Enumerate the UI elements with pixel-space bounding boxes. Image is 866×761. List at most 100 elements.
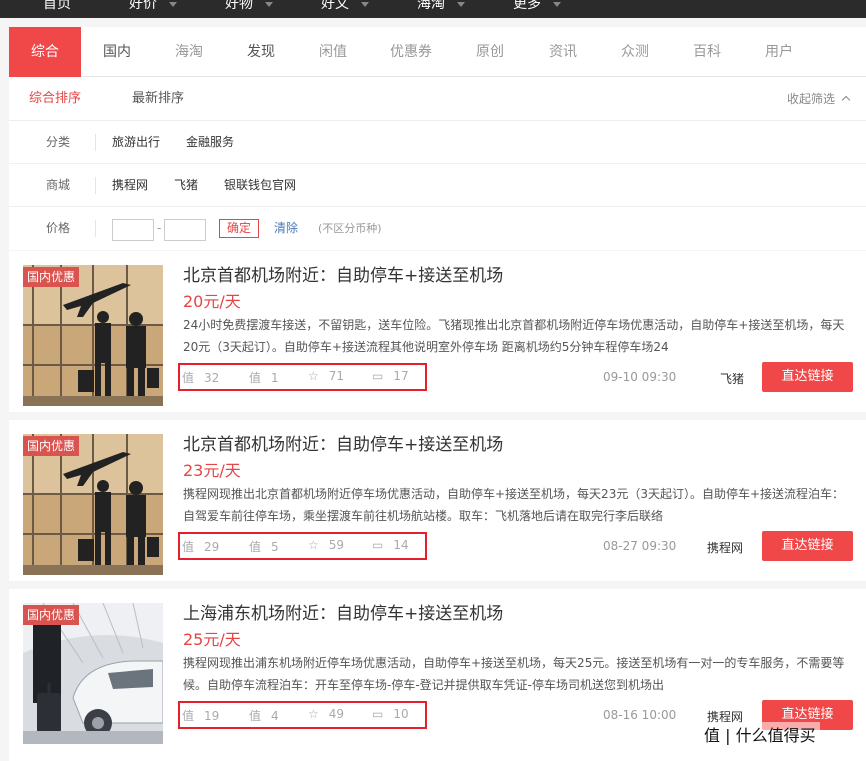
tab-overseas[interactable]: 海淘 — [153, 27, 225, 77]
currency-note: (不区分币种) — [318, 222, 382, 235]
divider — [95, 177, 96, 194]
chevron-down-icon — [361, 2, 369, 7]
sort-composite[interactable]: 综合排序 — [29, 77, 81, 121]
collapse-filter-label: 收起筛选 — [786, 92, 835, 106]
deal-thumbnail[interactable]: 国内优惠 — [23, 603, 163, 744]
comment-icon: ▭ — [372, 369, 384, 383]
comment-stat[interactable]: ▭ 14 — [372, 538, 409, 552]
filter-option[interactable]: 银联钱包官网 — [224, 164, 296, 207]
post-time: 08-27 09:30 — [603, 539, 677, 553]
sort-latest[interactable]: 最新排序 — [132, 77, 184, 121]
tab-domestic[interactable]: 国内 — [81, 27, 153, 77]
favorite-stat[interactable]: ☆ 59 — [308, 538, 344, 552]
worth-stat[interactable]: 值 19 — [182, 707, 219, 724]
filter-option[interactable]: 金融服务 — [186, 121, 234, 164]
top-nav-articles[interactable]: 好文 — [321, 0, 369, 16]
worth-stat[interactable]: 值 29 — [182, 538, 219, 555]
sort-bar: 综合排序 最新排序 收起筛选 — [9, 77, 866, 121]
top-nav-label: 好文 — [321, 0, 349, 12]
filter-option[interactable]: 携程网 — [112, 164, 148, 207]
worth-stat[interactable]: 值 32 — [182, 369, 219, 386]
deal-title[interactable]: 上海浦东机场附近：自助停车+接送至机场 — [183, 599, 503, 624]
deal-card: 国内优惠 北京首都机场附近：自助停车+接送至机场 23元/天 携程网现推出北京首… — [9, 420, 866, 581]
unworth-stat[interactable]: 值4 — [249, 707, 279, 724]
favorite-count: 71 — [328, 369, 345, 383]
category-badge: 国内优惠 — [23, 605, 80, 625]
star-icon: ☆ — [308, 538, 319, 552]
top-nav-label: 更多 — [513, 0, 541, 12]
tab-reviews[interactable]: 众测 — [599, 27, 671, 77]
collapse-filter-toggle[interactable]: 收起筛选 — [786, 77, 851, 121]
tab-users[interactable]: 用户 — [743, 27, 815, 77]
filter-label: 价格 — [46, 221, 71, 235]
deal-thumbnail[interactable]: 国内优惠 — [23, 434, 163, 575]
top-nav-overseas[interactable]: 海淘 — [417, 0, 465, 16]
tab-coupons[interactable]: 优惠券 — [375, 27, 447, 77]
category-tabs: 综合 国内 海淘 发现 闲值 优惠券 原创 资讯 众测 百科 用户 — [9, 27, 866, 77]
deal-title[interactable]: 北京首都机场附近：自助停车+接送至机场 — [183, 261, 503, 286]
favorite-count: 49 — [328, 707, 345, 721]
tab-news[interactable]: 资讯 — [527, 27, 599, 77]
filter-option[interactable]: 飞猪 — [174, 164, 198, 207]
favorite-stat[interactable]: ☆ 71 — [308, 369, 344, 383]
favorite-stat[interactable]: ☆ 49 — [308, 707, 344, 721]
unworth-count: 1 — [271, 370, 279, 385]
top-nav-deals[interactable]: 好价 — [129, 0, 177, 16]
unworth-stat[interactable]: 值5 — [249, 538, 279, 555]
top-nav-home[interactable]: 首页 — [43, 0, 71, 16]
price-min-input[interactable] — [112, 219, 154, 241]
tab-wiki[interactable]: 百科 — [671, 27, 743, 77]
top-nav-label: 首页 — [43, 0, 71, 12]
deal-description: 携程网现推出北京首都机场附近停车场优惠活动，自助停车+接送至机场，每天23元（3… — [183, 487, 845, 523]
category-badge: 国内优惠 — [23, 436, 80, 456]
price-confirm-button[interactable]: 确定 — [219, 219, 259, 238]
favorite-count: 59 — [328, 538, 345, 552]
deal-stats-box: 值 29 值5 ☆ 59 ▭ 14 — [178, 532, 427, 560]
tab-discover[interactable]: 发现 — [225, 27, 297, 77]
comment-stat[interactable]: ▭ 17 — [372, 369, 409, 383]
comment-count: 14 — [393, 538, 409, 552]
price-clear-link[interactable]: 清除 — [274, 207, 298, 250]
thumbs-up-icon: 值 — [182, 540, 195, 554]
direct-link-button[interactable]: 直达链接 — [762, 531, 853, 561]
deal-title[interactable]: 北京首都机场附近：自助停车+接送至机场 — [183, 430, 503, 455]
thumbs-down-icon: 值 — [249, 540, 262, 554]
deal-price: 23元/天 — [183, 461, 241, 480]
top-nav-more[interactable]: 更多 — [513, 0, 561, 16]
star-icon: ☆ — [308, 369, 319, 383]
site-watermark: 值 | 什么值得买 — [700, 722, 820, 746]
top-nav-label: 好物 — [225, 0, 253, 12]
chevron-down-icon — [265, 2, 273, 7]
thumbs-up-icon: 值 — [182, 371, 195, 385]
category-badge: 国内优惠 — [23, 267, 80, 287]
tab-original[interactable]: 原创 — [454, 27, 526, 77]
comment-count: 17 — [393, 369, 409, 383]
merchant-name[interactable]: 飞猪 — [720, 370, 744, 387]
filter-row-mall: 商城 携程网 飞猪 银联钱包官网 — [9, 164, 866, 207]
direct-link-button[interactable]: 直达链接 — [762, 362, 853, 392]
deal-thumbnail[interactable]: 国内优惠 — [23, 265, 163, 406]
deal-stats-box: 值 19 值4 ☆ 49 ▭ 10 — [178, 701, 427, 729]
filter-label: 商城 — [46, 178, 71, 192]
worth-count: 19 — [204, 708, 220, 723]
top-nav-label: 海淘 — [417, 0, 445, 12]
chevron-down-icon — [553, 2, 561, 7]
comment-icon: ▭ — [372, 538, 384, 552]
post-time: 09-10 09:30 — [603, 370, 677, 384]
tab-all[interactable]: 综合 — [9, 27, 81, 77]
deal-description: 24小时免费摆渡车接送，不留钥匙，送车位险。飞猪现推出北京首都机场附近停车场优惠… — [183, 318, 845, 354]
unworth-stat[interactable]: 值1 — [249, 369, 279, 386]
top-nav-goods[interactable]: 好物 — [225, 0, 273, 16]
price-max-input[interactable] — [164, 219, 206, 241]
worth-count: 32 — [204, 370, 220, 385]
thumbs-down-icon: 值 — [249, 709, 262, 723]
top-nav-bar: 首页 好价 好物 好文 海淘 更多 — [0, 0, 866, 18]
deal-price: 25元/天 — [183, 630, 241, 649]
chevron-up-icon — [841, 95, 851, 105]
thumbs-down-icon: 值 — [249, 371, 262, 385]
tab-idle[interactable]: 闲值 — [297, 27, 369, 77]
comment-stat[interactable]: ▭ 10 — [372, 707, 409, 721]
filter-option[interactable]: 旅游出行 — [112, 121, 160, 164]
merchant-name[interactable]: 携程网 — [707, 539, 743, 556]
thumbs-up-icon: 值 — [182, 709, 195, 723]
